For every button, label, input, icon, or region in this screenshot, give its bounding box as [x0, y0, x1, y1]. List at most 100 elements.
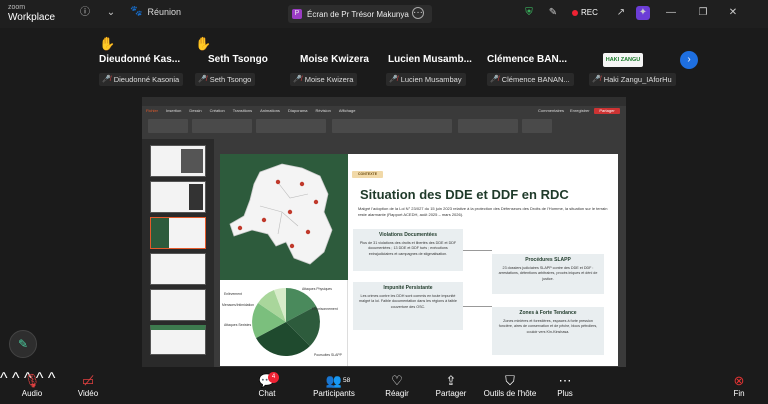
ppt-tab[interactable]: Animations — [260, 108, 280, 113]
title-bar: zoom Workplace ⓘ ⌄ 🐾 Réunion P Écran de … — [0, 0, 768, 28]
mic-muted-icon: 🎤̸ — [490, 76, 499, 83]
shared-screen[interactable]: Fichier Insertion Dessin Création Transi… — [142, 97, 626, 367]
mic-muted-icon: 🎤̸ — [389, 76, 398, 83]
map-marker — [261, 217, 267, 223]
card-zones: Zones à Forte Tendance Zones minières et… — [492, 307, 604, 355]
slide-thumbnail[interactable] — [150, 289, 206, 321]
more-dots-icon: ⋯ — [558, 373, 572, 388]
map-marker — [299, 181, 305, 187]
audio-button[interactable]: 🎙 Audio — [20, 372, 44, 398]
mic-muted-icon: 🎤̸ — [293, 76, 302, 83]
participant-tile[interactable]: Lucien Musamb... 🎤̸ Lucien Musambay — [386, 34, 484, 90]
pen-icon: ✎ — [17, 337, 29, 351]
mic-muted-icon: 🎙 — [23, 373, 41, 388]
map-marker — [237, 225, 243, 231]
audio-options-caret[interactable]: ^ — [0, 370, 8, 387]
pie-label: Enlèvement — [224, 292, 242, 296]
restore-icon[interactable]: ❐ — [696, 6, 710, 20]
map-marker — [289, 243, 295, 249]
annotate-pen-button[interactable]: ✎ — [9, 330, 37, 358]
ppt-tab[interactable]: Dessin — [189, 108, 201, 113]
slide-intro: Malgré l'adoption de la Loi N° 23/027 du… — [358, 206, 608, 217]
participant-label: 🎤̸ Dieudonné Kasonia — [99, 73, 184, 86]
share-options-caret[interactable]: ^ — [48, 370, 56, 387]
react-button[interactable]: ♡ Réagir — [382, 372, 412, 398]
drc-map — [229, 163, 333, 265]
participant-tile[interactable]: Moise Kwizera 🎤̸ Moise Kwizera — [290, 34, 388, 90]
slide-thumbnail-selected[interactable] — [150, 217, 206, 249]
share-screen-tab[interactable]: P Écran de Pr Trésor Makunya — [288, 5, 432, 23]
participant-tile[interactable]: ✋ Seth Tsongo 🎤̸ Seth Tsongo — [195, 34, 293, 90]
ppt-ribbon: Fichier Insertion Dessin Création Transi… — [142, 106, 626, 139]
ppt-tool-group — [256, 119, 326, 133]
recording-indicator[interactable]: REC — [572, 8, 598, 17]
participant-label: 🎤̸ Haki Zangu_IAforHu — [589, 73, 676, 86]
ai-companion-icon[interactable]: ✦ — [636, 6, 650, 20]
share-button[interactable]: ⇪ Partager — [434, 372, 468, 398]
ppt-tab[interactable]: Révision — [316, 108, 331, 113]
ppt-tab[interactable]: Insertion — [166, 108, 181, 113]
participant-tile[interactable]: Clémence BAN... 🎤̸ Clémence BANAN... — [487, 34, 585, 90]
chevron-right-icon: › — [687, 54, 691, 65]
end-icon: ⊗ — [733, 373, 745, 388]
ppt-tab[interactable]: Affichage — [339, 108, 356, 113]
more-button[interactable]: ⋯ Plus — [554, 372, 576, 398]
current-slide[interactable]: Enlèvement Menaces/Intimidation Attaques… — [220, 154, 618, 366]
ppt-record-button[interactable]: Enregistrer — [570, 108, 590, 113]
paw-icon: 🐾 — [130, 6, 143, 17]
powerpoint-icon: P — [292, 9, 302, 19]
ppt-tool-group — [192, 119, 252, 133]
video-options-caret[interactable]: ^ — [12, 370, 20, 387]
ppt-tool-group — [332, 119, 452, 133]
pie-label: Attaques Sexistes — [224, 323, 251, 327]
share-screen-icon: ⇪ — [445, 373, 457, 388]
shield-icon: ⛉ — [505, 373, 515, 388]
ppt-tab[interactable]: Diaporama — [288, 108, 308, 113]
meeting-menu[interactable]: 🐾 Réunion — [130, 6, 181, 17]
edit-icon[interactable]: ✎ — [546, 6, 560, 20]
info-icon[interactable]: ⓘ — [78, 6, 92, 20]
minimize-icon[interactable]: — — [664, 6, 678, 20]
ppt-comments-button[interactable]: Commentaires — [538, 108, 564, 113]
end-meeting-button[interactable]: ⊗ Fin — [728, 372, 750, 398]
organization-logo: HAKI ZANGU — [603, 53, 643, 67]
map-marker — [305, 229, 311, 235]
slide-thumbnail[interactable] — [150, 145, 206, 177]
context-badge: CONTEXTE — [352, 171, 383, 178]
slide-thumbnails — [142, 139, 214, 367]
card-impunity: Impunité Persistante Les crimes contre l… — [353, 282, 463, 330]
participants-icon: 👥 — [325, 373, 343, 388]
ppt-tool-group — [522, 119, 552, 133]
close-icon[interactable]: ✕ — [726, 6, 740, 20]
slide-thumbnail[interactable] — [150, 253, 206, 285]
ppt-tab[interactable]: Transitions — [233, 108, 252, 113]
participant-label: 🎤̸ Seth Tsongo — [195, 73, 256, 86]
video-button[interactable]: ▭̸ Vidéo — [74, 372, 102, 398]
more-options-icon[interactable]: ··· — [412, 7, 424, 19]
participant-tile[interactable]: ✋ Dieudonné Kas... 🎤̸ Dieudonné Kasonia — [99, 34, 197, 90]
participant-label: 🎤̸ Moise Kwizera — [290, 73, 358, 86]
ppt-title-bar — [142, 97, 626, 106]
chevron-down-icon[interactable]: ⌄ — [104, 6, 118, 20]
ppt-tab[interactable]: Fichier — [146, 108, 158, 113]
ppt-share-button[interactable]: Partager — [594, 108, 620, 114]
ppt-tool-group — [458, 119, 518, 133]
companion-icon[interactable]: ↗ — [614, 6, 628, 20]
next-page-button[interactable]: › — [680, 51, 698, 69]
card-violations: Violations Documentées Plus de 31 violat… — [353, 229, 463, 271]
map-marker — [313, 199, 319, 205]
ppt-tab[interactable]: Création — [210, 108, 225, 113]
host-tools-button[interactable]: ⛉ Outils de l'hôte — [482, 372, 538, 398]
video-off-icon: ▭̸ — [81, 373, 95, 388]
participant-label: 🎤̸ Clémence BANAN... — [487, 73, 574, 86]
security-shield-icon[interactable]: ⛨ — [522, 6, 536, 20]
map-marker — [275, 179, 281, 185]
participant-label: 🎤̸ Lucien Musambay — [386, 73, 466, 86]
pie-label: Attaques Physiques — [302, 287, 332, 291]
slide-thumbnail[interactable] — [150, 325, 206, 355]
pie-label: Emprisonnement — [312, 307, 338, 311]
slide-thumbnail[interactable] — [150, 181, 206, 213]
drc-map-panel — [220, 154, 348, 280]
participant-strip: ✋ Dieudonné Kas... 🎤̸ Dieudonné Kasonia ✋… — [0, 34, 768, 90]
participants-button[interactable]: 👥 Participants — [310, 372, 358, 398]
